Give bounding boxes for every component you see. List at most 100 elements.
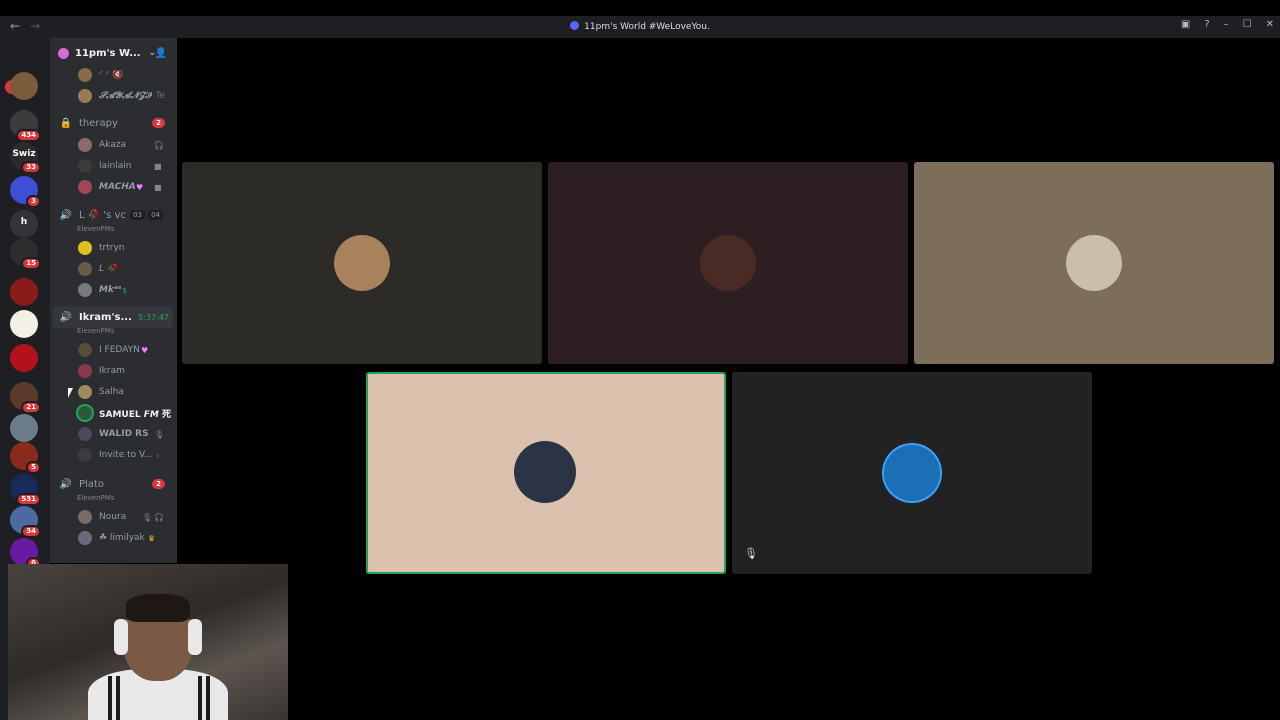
voice-member[interactable]: MACHA ♥ ■ xyxy=(50,177,177,197)
muted-mic-icon: 🎙 xyxy=(142,512,153,522)
camera-icon: ■ xyxy=(154,161,162,171)
inbox-icon[interactable]: ▣ xyxy=(1181,19,1190,30)
voice-member[interactable]: ☘ limilyak ♛ xyxy=(50,528,177,548)
avatar xyxy=(78,241,92,255)
window-titlebar: ← → 11pm's World #WeLoveYou. ▣ ? – ☐ ✕ xyxy=(0,16,1280,38)
voice-member[interactable]: SAMUEL 𝙁𝙈 死 xyxy=(50,403,177,423)
server-icon[interactable]: 434 xyxy=(10,110,41,142)
mention-badge: 434 xyxy=(16,129,41,142)
participant-tile-speaking[interactable] xyxy=(366,372,726,574)
voice-member[interactable]: trtryn xyxy=(50,238,177,258)
minimize-icon[interactable]: – xyxy=(1224,19,1229,30)
avatar xyxy=(78,89,92,103)
participant-tile[interactable]: 🎙 xyxy=(732,372,1092,574)
voice-member[interactable]: lainlain ■ xyxy=(50,156,177,176)
voice-member[interactable]: I FEDAYN ♥ xyxy=(50,340,177,360)
chevron-right-icon: › xyxy=(156,450,160,460)
avatar xyxy=(78,510,92,524)
channel-badge: 2 xyxy=(152,479,165,489)
voice-member[interactable]: WALID RS 🎙 xyxy=(50,424,177,444)
voice-member[interactable]: Noura 🎙 🎧 xyxy=(50,507,177,527)
avatar xyxy=(78,68,92,82)
participant-tile[interactable] xyxy=(914,162,1274,364)
server-name: 11pm's W... xyxy=(75,47,141,59)
voice-member[interactable]: ᐟ ᐟ 🔇 xyxy=(50,65,177,85)
webcam-overlay xyxy=(8,564,288,720)
mention-badge: 3 xyxy=(26,195,41,208)
speaker-icon: 🔊 xyxy=(59,209,73,221)
server-icon[interactable]: 6 xyxy=(10,538,41,570)
voice-member[interactable]: Mkᵃˢ $ xyxy=(50,280,177,300)
avatar xyxy=(78,138,92,152)
avatar xyxy=(78,283,92,297)
avatar xyxy=(78,364,92,378)
voice-member[interactable]: Ikram xyxy=(50,361,177,381)
close-icon[interactable]: ✕ xyxy=(1266,19,1274,30)
participant-avatar xyxy=(514,441,576,503)
avatar xyxy=(78,180,92,194)
voice-channel-ikram[interactable]: 🔊 Ikram's... 5:37:47 xyxy=(53,306,173,328)
heart-icon: ♥ xyxy=(141,345,149,355)
call-timer: 5:37:47 xyxy=(138,312,169,322)
server-icon[interactable]: 3 xyxy=(10,176,41,208)
server-icon[interactable] xyxy=(10,344,38,372)
server-icon[interactable]: h xyxy=(10,210,38,238)
server-icon[interactable]: 34 xyxy=(10,506,41,538)
channel-badge: 2 xyxy=(152,118,165,128)
headphone-icon xyxy=(114,619,128,655)
voice-member[interactable]: Akaza 🎧 xyxy=(50,135,177,155)
invite-icon xyxy=(78,448,92,462)
channel-name: Ikram's... xyxy=(79,311,132,323)
server-logo-icon xyxy=(570,21,580,30)
server-icon[interactable] xyxy=(10,72,38,100)
server-icon[interactable]: 531 xyxy=(10,474,41,506)
avatar xyxy=(78,159,92,173)
server-icon[interactable]: 15 xyxy=(10,238,41,270)
mention-badge: 34 xyxy=(21,525,41,538)
mention-badge: 21 xyxy=(21,401,41,414)
speaker-icon: 🔊 xyxy=(59,478,73,490)
channel-name: L 🥀 's vc xyxy=(79,209,126,221)
window-title: 11pm's World #WeLoveYou. xyxy=(0,21,1280,32)
server-header[interactable]: 11pm's W... ⌄ 👤 xyxy=(50,38,177,68)
mention-badge: 531 xyxy=(16,493,41,506)
invite-to-voice[interactable]: Invite to V... › xyxy=(50,445,177,465)
mention-badge: 5 xyxy=(26,461,41,474)
participant-tile[interactable] xyxy=(182,162,542,364)
mention-badge: 33 xyxy=(21,161,41,174)
avatar xyxy=(78,427,92,441)
person-hair xyxy=(126,594,190,622)
mention-badge: 15 xyxy=(21,257,41,270)
camera-icon: ■ xyxy=(154,182,162,192)
server-icon xyxy=(58,47,69,59)
avatar xyxy=(78,531,92,545)
crown-icon: ♛ xyxy=(148,533,156,543)
participant-avatar xyxy=(334,235,390,291)
server-icon[interactable]: 21 xyxy=(10,382,41,414)
nitro-icon: $ xyxy=(122,285,128,295)
server-icon[interactable] xyxy=(10,414,38,442)
window-title-text: 11pm's World #WeLoveYou. xyxy=(584,22,710,32)
participant-avatar xyxy=(1066,235,1122,291)
server-icon[interactable] xyxy=(10,310,38,338)
add-member-icon[interactable]: 👤 xyxy=(155,48,167,59)
channel-name: therapy xyxy=(79,117,118,129)
participant-tile[interactable] xyxy=(548,162,908,364)
deafened-icon: 🎧 xyxy=(154,512,164,522)
maximize-icon[interactable]: ☐ xyxy=(1243,19,1252,30)
heart-icon: ♥ xyxy=(136,182,144,192)
server-icon[interactable] xyxy=(10,278,38,306)
voice-channel-l-vc[interactable]: 🔊 L 🥀 's vc 03 04 xyxy=(53,204,173,226)
server-icon[interactable]: 5 xyxy=(10,442,41,474)
voice-member[interactable]: 𝓢𝓐𝓨𝓐𝓝𝓩𝓘 Te xyxy=(50,86,177,106)
voice-member[interactable]: L 🥀 xyxy=(50,259,177,279)
channel-server-label: ElevenPMs xyxy=(77,494,115,502)
voice-channel-therapy[interactable]: 🔒 therapy 2 xyxy=(53,112,173,134)
server-initials: h xyxy=(20,217,28,227)
voice-channel-plato[interactable]: 🔊 Plato 2 xyxy=(53,473,173,495)
help-icon[interactable]: ? xyxy=(1204,19,1209,30)
user-count: 03 xyxy=(130,210,145,220)
server-initials: Swiz xyxy=(12,149,36,159)
server-icon[interactable]: Swiz 33 xyxy=(10,142,41,174)
participant-avatar xyxy=(884,445,940,501)
